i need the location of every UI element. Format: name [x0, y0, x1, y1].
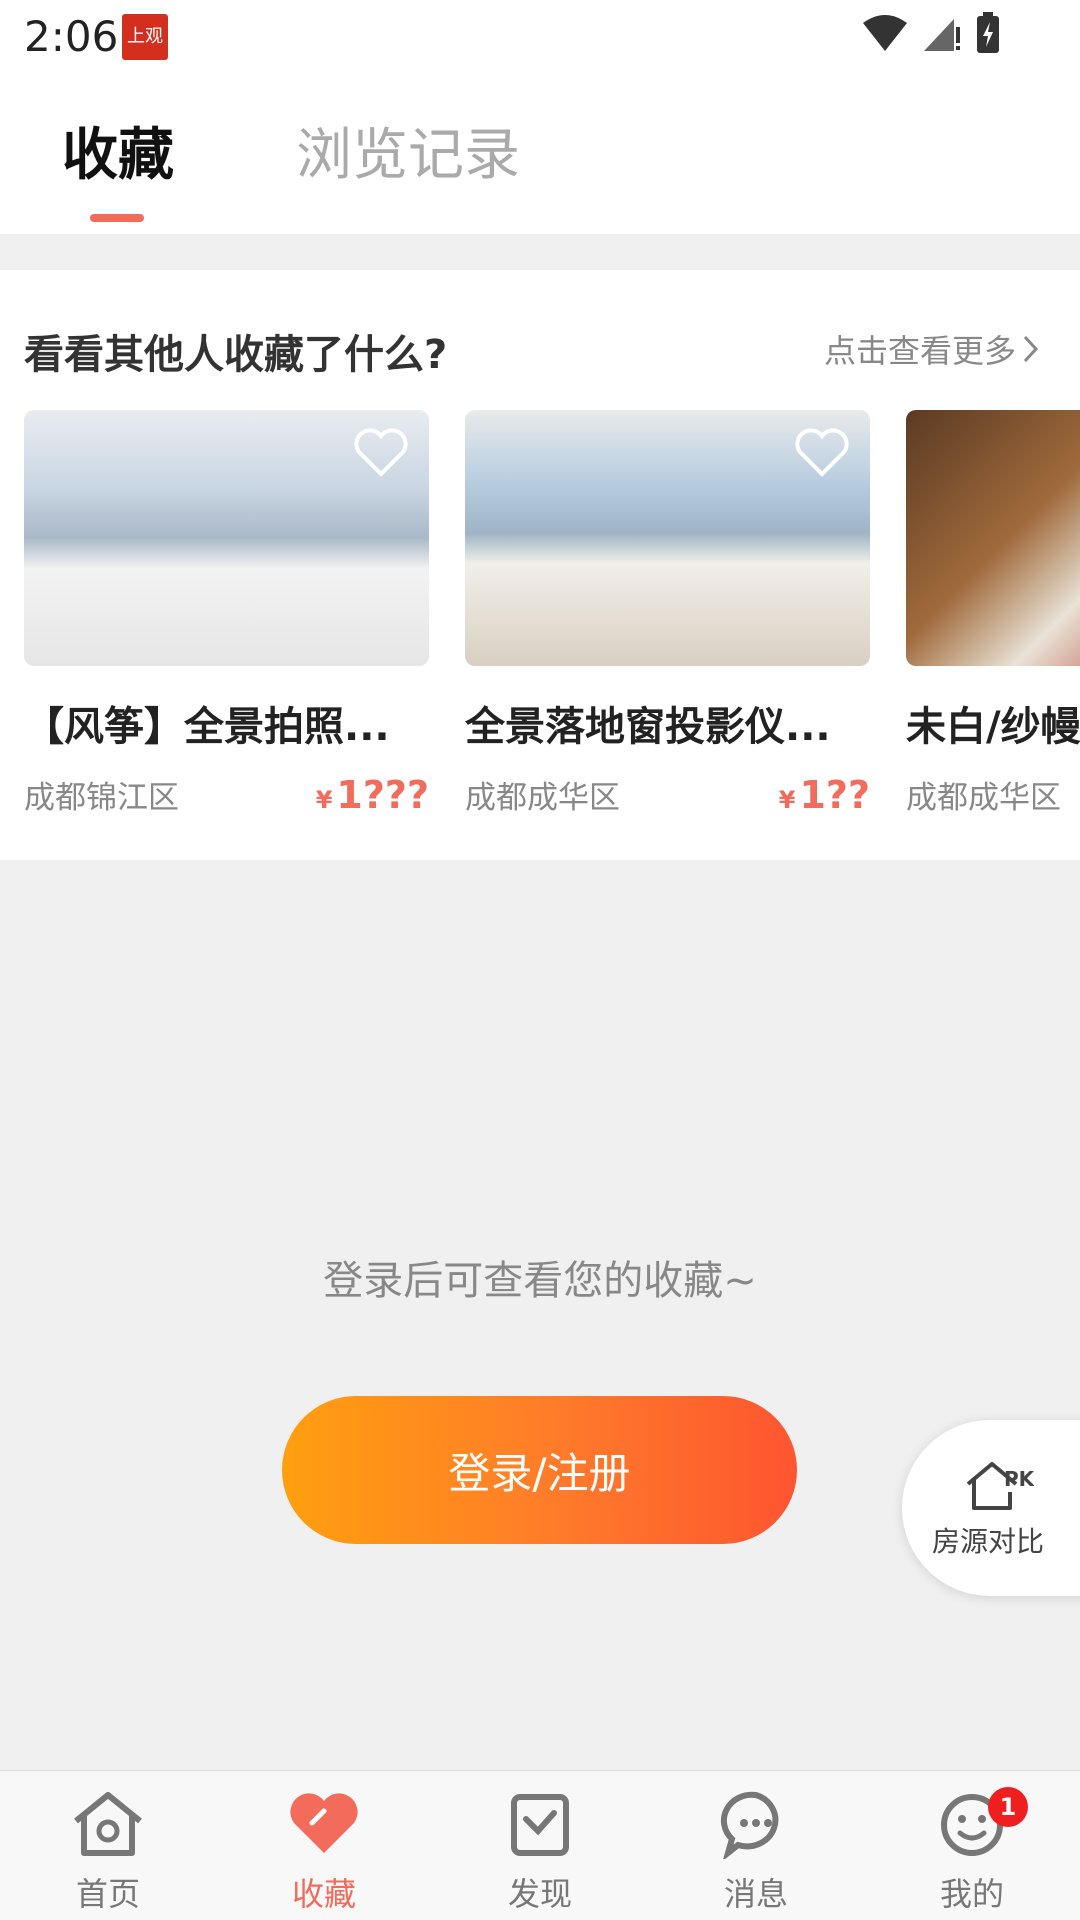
- listing-card[interactable]: 未白/纱幔 成都成华区: [906, 410, 1080, 817]
- nav-messages[interactable]: 消息: [648, 1771, 864, 1920]
- nav-discover-label: 发现: [507, 1875, 572, 1913]
- listing-price: ¥1??: [778, 773, 870, 817]
- app-notification-icon: 上观: [122, 14, 168, 60]
- listing-location: 成都锦江区: [24, 780, 179, 816]
- status-time: 2:06: [24, 12, 119, 61]
- header-tabs: 收藏 浏览记录: [0, 72, 1080, 234]
- listing-title: 全景落地窗投影仪...: [465, 704, 831, 750]
- compare-listings-button[interactable]: PK 房源对比: [902, 1420, 1080, 1596]
- listing-photo: [465, 410, 870, 666]
- empty-state-message: 登录后可查看您的收藏~: [323, 1258, 757, 1304]
- svg-text:PK: PK: [1004, 1467, 1034, 1491]
- wifi-icon: [863, 15, 907, 51]
- tab-favorites[interactable]: 收藏: [62, 110, 174, 191]
- listing-title: 【风筝】全景拍照...: [24, 704, 390, 750]
- see-more-link[interactable]: 点击查看更多: [824, 326, 1040, 372]
- login-register-button[interactable]: 登录/注册: [282, 1396, 797, 1544]
- message-icon: [720, 1791, 779, 1859]
- bottom-navigation: 首页 收藏 发现 消息 我的 1: [0, 1770, 1080, 1920]
- listing-card[interactable]: 【风筝】全景拍照... 成都锦江区 ¥1???: [24, 410, 429, 817]
- discover-icon: [511, 1794, 569, 1856]
- house-pk-icon: PK: [966, 1462, 1034, 1510]
- recommend-title: 看看其他人收藏了什么?: [24, 332, 448, 378]
- listing-title: 未白/纱幔: [906, 704, 1080, 750]
- nav-home-label: 首页: [75, 1875, 140, 1913]
- recommend-section: 看看其他人收藏了什么? 点击查看更多 【风筝】全景拍照... 成都锦江区 ¥1?…: [0, 270, 1080, 860]
- recommend-card-list: 【风筝】全景拍照... 成都锦江区 ¥1??? 全景落地窗投影仪... 成都成华…: [24, 410, 1080, 817]
- nav-discover[interactable]: 发现: [432, 1771, 648, 1920]
- favorites-page: 2:06 上观 收藏 浏览记录 看看其他人收藏了什么? 点击查看更多 【风筝】全…: [0, 0, 1080, 1920]
- status-icons: [862, 12, 1000, 54]
- nav-favorites[interactable]: 收藏: [216, 1771, 432, 1920]
- nav-favorites-label: 收藏: [291, 1875, 356, 1913]
- signal-icon: [924, 19, 960, 51]
- favorite-heart-icon[interactable]: [353, 428, 409, 478]
- tab-active-indicator: [90, 214, 144, 222]
- nav-messages-label: 消息: [723, 1875, 788, 1913]
- listing-location: 成都成华区: [906, 780, 1061, 816]
- favorite-heart-icon[interactable]: [794, 428, 850, 478]
- heart-icon: [290, 1793, 358, 1853]
- listing-price: ¥1???: [315, 773, 429, 817]
- chevron-right-icon: [1023, 335, 1039, 363]
- battery-icon: [977, 12, 999, 53]
- nav-profile-label: 我的: [939, 1875, 1004, 1913]
- listing-card[interactable]: 全景落地窗投影仪... 成都成华区 ¥1??: [465, 410, 870, 817]
- listing-location: 成都成华区: [465, 780, 620, 816]
- status-bar: 2:06 上观: [0, 0, 1080, 72]
- nav-home[interactable]: 首页: [0, 1771, 216, 1920]
- listing-photo: [24, 410, 429, 666]
- notification-badge: 1: [988, 1787, 1028, 1827]
- nav-profile[interactable]: 我的 1: [864, 1771, 1080, 1920]
- see-more-label: 点击查看更多: [823, 332, 1016, 370]
- home-icon: [74, 1792, 142, 1856]
- listing-photo: [906, 410, 1080, 666]
- compare-label: 房源对比: [932, 1525, 1045, 1558]
- tab-browse-history[interactable]: 浏览记录: [296, 110, 520, 191]
